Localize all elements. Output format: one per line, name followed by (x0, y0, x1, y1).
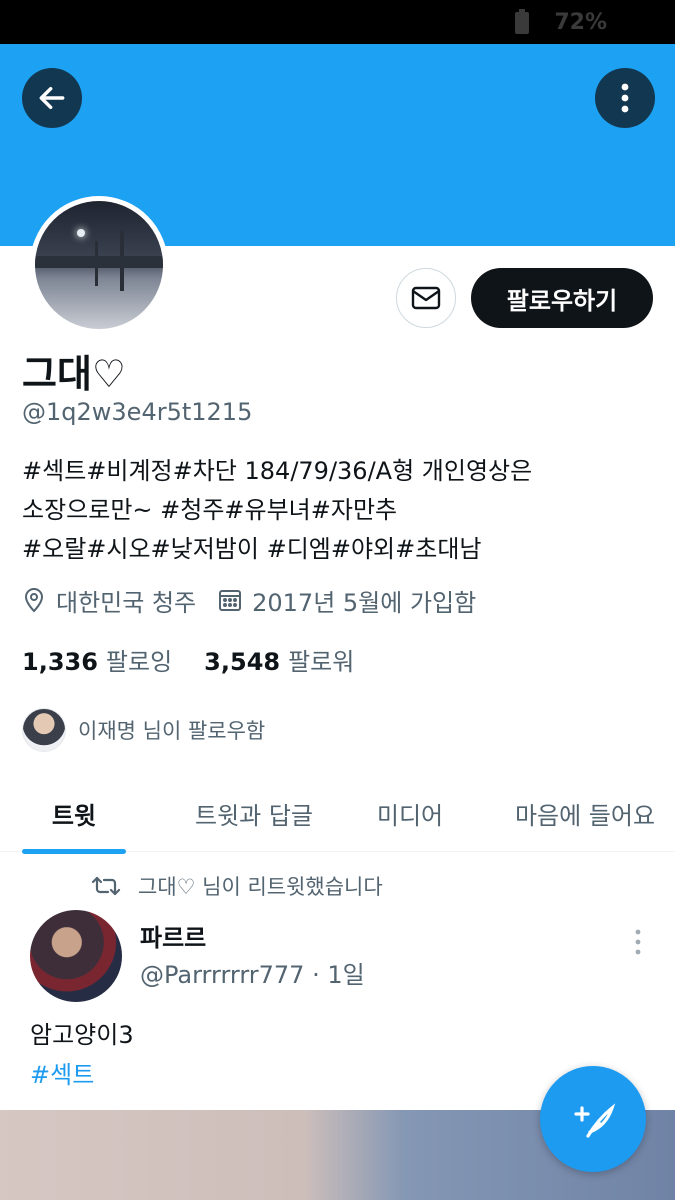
tweet-author-name[interactable]: 파르르 (140, 918, 206, 953)
tweet-more-icon[interactable] (630, 928, 646, 956)
retweet-icon (91, 876, 121, 896)
profile-display-name: 그대♡ (22, 352, 126, 396)
profile-location: 대한민국 청주 (56, 588, 197, 617)
back-button[interactable] (22, 68, 82, 128)
message-button[interactable] (396, 268, 456, 328)
battery-icon (515, 9, 529, 34)
following-count: 1,336 (22, 648, 98, 676)
location-pin-icon (24, 588, 44, 613)
bio-line: #오랄#시오#낮저밤이 #디엠#야외#초대남 (22, 535, 482, 563)
tab-media[interactable]: 미디어 (360, 775, 460, 852)
tweet-text: 암고양이3 (30, 1021, 134, 1049)
tab-likes[interactable]: 마음에 들어요 (500, 775, 670, 852)
followers-label: 팔로워 (288, 648, 355, 676)
retweet-notice: 그대♡ 님이 리트윗했습니다 (90, 868, 383, 904)
envelope-icon (411, 286, 441, 310)
compose-feather-icon (574, 1103, 616, 1138)
bio-line: 소장으로만~ #청주#유부녀#자만추 (22, 496, 398, 524)
followed-by-text: 이재명 님이 팔로우함 (78, 719, 266, 743)
bio-line: #섹트#비계정#차단 184/79/36/A형 개인영상은 (22, 457, 533, 485)
follower-avatar (22, 708, 66, 752)
followed-by-row[interactable]: 이재명 님이 팔로우함 (22, 708, 265, 752)
profile-handle: @1q2w3e4r5t1215 (22, 398, 253, 426)
compose-tweet-button[interactable] (540, 1066, 646, 1172)
tweet-hashtag-link[interactable]: #섹트 (30, 1055, 94, 1090)
calendar-icon (219, 590, 242, 611)
arrow-left-icon (39, 86, 65, 110)
tweet-author-avatar[interactable] (30, 910, 122, 1002)
profile-avatar[interactable] (30, 196, 168, 334)
profile-stats: 1,336 팔로잉 3,548 팔로워 (22, 642, 354, 677)
tweet-author-handle: @Parrrrrrr777 · 1일 (140, 961, 365, 989)
tab-tweets-replies[interactable]: 트윗과 답글 (168, 775, 340, 852)
profile-join-date: 2017년 5월에 가입함 (252, 588, 477, 617)
followers-link[interactable]: 3,548 팔로워 (204, 642, 354, 677)
following-label: 팔로잉 (105, 648, 173, 676)
status-bar: 72% (0, 0, 675, 44)
battery-percentage: 72% (554, 10, 607, 35)
followers-count: 3,548 (204, 648, 281, 676)
profile-meta: 대한민국 청주 2017년 5월에 가입함 (22, 583, 476, 617)
profile-bio: #섹트#비계정#차단 184/79/36/A형 개인영상은 소장으로만~ #청주… (22, 452, 652, 569)
more-vertical-icon (621, 83, 629, 113)
following-link[interactable]: 1,336 팔로잉 (22, 642, 172, 677)
retweet-notice-text: 그대♡ 님이 리트윗했습니다 (138, 875, 383, 899)
follow-button[interactable]: 팔로우하기 (471, 268, 653, 328)
tab-tweets[interactable]: 트윗 (22, 775, 126, 854)
more-options-button[interactable] (595, 68, 655, 128)
profile-tabs: 트윗 트윗과 답글 미디어 마음에 들어요 (0, 775, 675, 854)
